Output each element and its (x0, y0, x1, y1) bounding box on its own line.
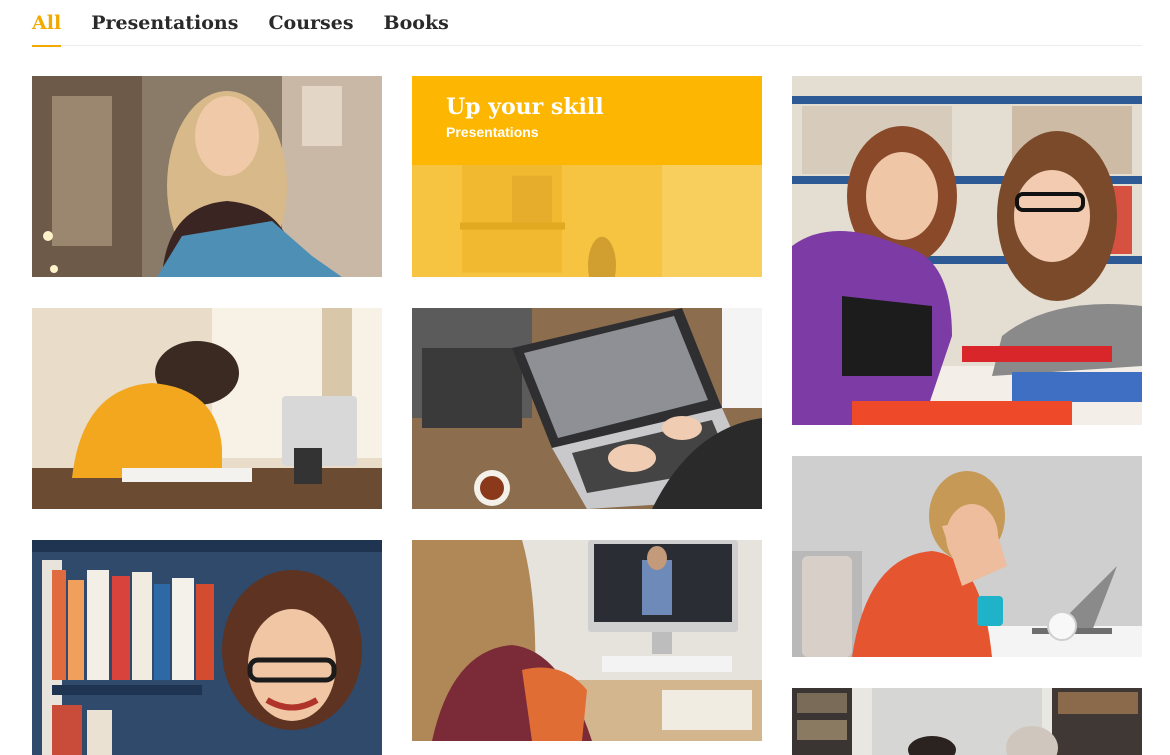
promo-photo-image (412, 165, 762, 277)
tab-courses[interactable]: Courses (268, 0, 353, 46)
promo-title: Up your skill (446, 94, 604, 120)
promo-card[interactable]: Up your skill Presentations (412, 76, 762, 277)
gallery-item-laptop-typing[interactable] (412, 308, 762, 509)
woman-library-image (32, 540, 382, 755)
online-lesson-image (412, 540, 762, 741)
woman-reading-book-image (32, 76, 382, 277)
study-room-image (792, 688, 1142, 755)
gallery-item-woman-reading-book[interactable] (32, 76, 382, 277)
stressed-student-image (792, 456, 1142, 657)
gallery-item-stressed-student[interactable] (792, 456, 1142, 657)
promo-band: Up your skill Presentations (412, 76, 762, 165)
two-students-image (792, 76, 1142, 425)
tab-presentations[interactable]: Presentations (91, 0, 238, 46)
tab-books[interactable]: Books (384, 0, 449, 46)
promo-subtitle: Presentations (446, 124, 539, 140)
laptop-typing-image (412, 308, 762, 509)
girl-writing-image (32, 308, 382, 509)
gallery-item-online-lesson[interactable] (412, 540, 762, 741)
gallery-item-girl-writing[interactable] (32, 308, 382, 509)
gallery-item-two-students[interactable] (792, 76, 1142, 425)
gallery-item-woman-library[interactable] (32, 540, 382, 755)
tab-all[interactable]: All (32, 0, 62, 47)
gallery-item-study-room[interactable] (792, 688, 1142, 755)
filter-tabs: All Presentations Courses Books (32, 0, 1142, 47)
